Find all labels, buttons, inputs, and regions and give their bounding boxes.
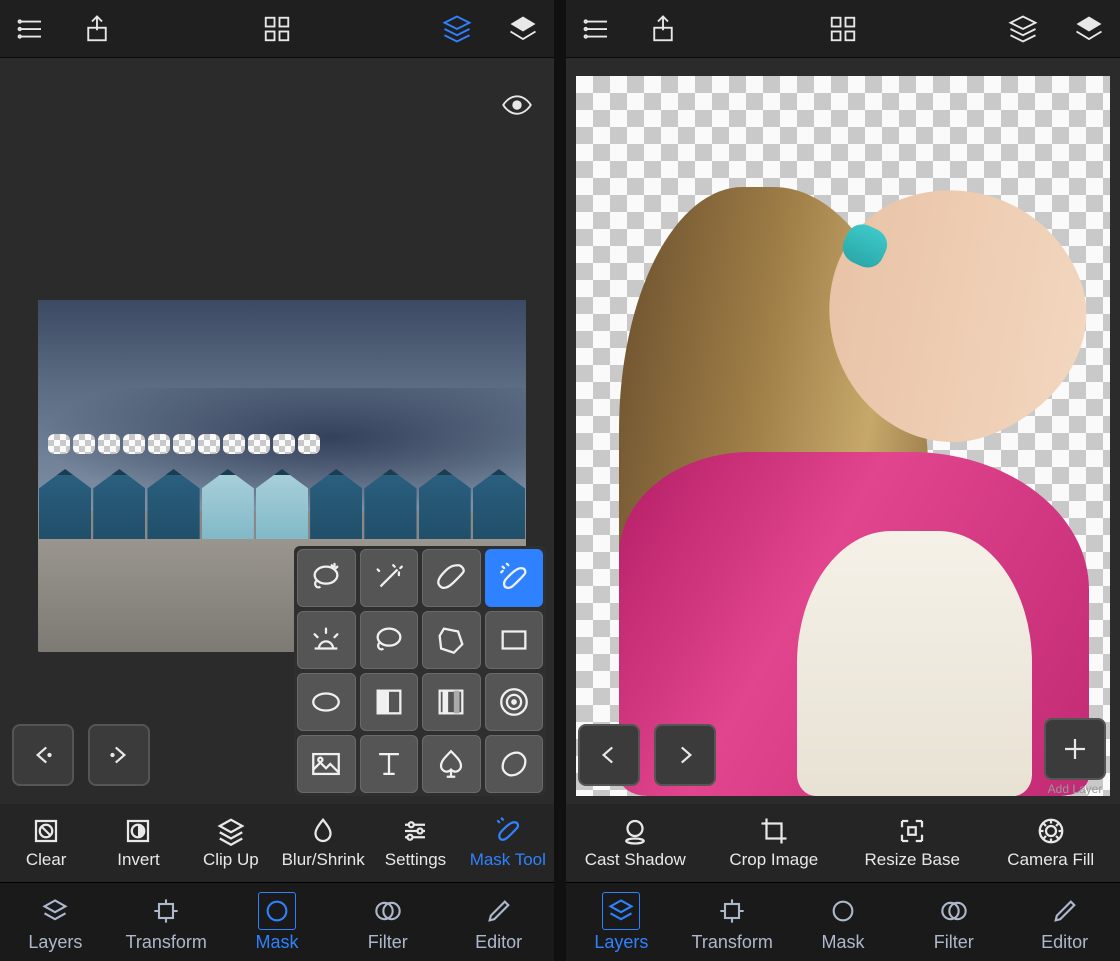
lasso-magic-tool-icon[interactable]	[297, 549, 356, 607]
redo-button[interactable]	[654, 724, 716, 786]
nav-editor-label: Editor	[1041, 932, 1088, 953]
canvas[interactable]	[0, 58, 554, 804]
nav-transform[interactable]: Transform	[677, 883, 788, 961]
nav-editor[interactable]: Editor	[1009, 883, 1120, 961]
nav-transform-label: Transform	[692, 932, 773, 953]
list-icon[interactable]	[14, 12, 48, 46]
nav-layers-label: Layers	[594, 932, 648, 953]
layers-icon[interactable]	[1072, 12, 1106, 46]
camera-fill-label: Camera Fill	[1007, 850, 1094, 870]
clip-up-label: Clip Up	[203, 850, 259, 870]
clip-up-button[interactable]: Clip Up	[185, 804, 277, 882]
stack-icon[interactable]	[1006, 12, 1040, 46]
layers-icon[interactable]	[506, 12, 540, 46]
share-icon[interactable]	[646, 12, 680, 46]
cutout-subject	[619, 134, 1089, 796]
invert-label: Invert	[117, 850, 160, 870]
mask-tool-label: Mask Tool	[470, 850, 546, 870]
nav-mask[interactable]: Mask	[222, 883, 333, 961]
magic-brush-tool-icon[interactable]	[485, 549, 544, 607]
top-toolbar	[566, 0, 1120, 58]
top-toolbar	[0, 0, 554, 58]
undo-redo-group	[12, 724, 150, 786]
crop-image-label: Crop Image	[729, 850, 818, 870]
app-left: Clear Invert Clip Up Blur/Shrink Setting…	[0, 0, 554, 961]
stack-icon[interactable]	[440, 12, 474, 46]
magic-wand-tool-icon[interactable]	[360, 549, 419, 607]
nav-filter-label: Filter	[934, 932, 974, 953]
nav-transform-label: Transform	[126, 932, 207, 953]
lasso-tool-icon[interactable]	[360, 611, 419, 669]
add-layer-button[interactable]: Add Layer	[1042, 718, 1108, 796]
resize-base-button[interactable]: Resize Base	[843, 804, 982, 882]
share-icon[interactable]	[80, 12, 114, 46]
nav-mask-label: Mask	[255, 932, 298, 953]
nav-layers-label: Layers	[28, 932, 82, 953]
bottom-nav: Layers Transform Mask Filter Editor	[0, 882, 554, 961]
settings-button[interactable]: Settings	[369, 804, 461, 882]
app-right: Add Layer Cast Shadow Crop Image Resize …	[566, 0, 1120, 961]
sunrise-tool-icon[interactable]	[297, 611, 356, 669]
nav-layers[interactable]: Layers	[0, 883, 111, 961]
nav-editor-label: Editor	[475, 932, 522, 953]
nav-mask[interactable]: Mask	[788, 883, 899, 961]
crop-image-button[interactable]: Crop Image	[705, 804, 844, 882]
undo-button[interactable]	[12, 724, 74, 786]
image-mask-tool-icon[interactable]	[297, 735, 356, 793]
base-layer[interactable]	[576, 76, 1110, 796]
redo-button[interactable]	[88, 724, 150, 786]
brush-tool-icon[interactable]	[422, 549, 481, 607]
swirl-tool-icon[interactable]	[485, 735, 544, 793]
nav-transform[interactable]: Transform	[111, 883, 222, 961]
grid-icon[interactable]	[826, 12, 860, 46]
undo-button[interactable]	[578, 724, 640, 786]
spade-tool-icon[interactable]	[422, 735, 481, 793]
nav-mask-label: Mask	[821, 932, 864, 953]
layers-actions-row: Cast Shadow Crop Image Resize Base Camer…	[566, 804, 1120, 882]
vertical-gradient-tool-icon[interactable]	[360, 673, 419, 731]
nav-filter[interactable]: Filter	[898, 883, 1009, 961]
nav-filter[interactable]: Filter	[332, 883, 443, 961]
cast-shadow-button[interactable]: Cast Shadow	[566, 804, 705, 882]
visibility-eye-icon[interactable]	[500, 88, 534, 122]
rectangle-tool-icon[interactable]	[485, 611, 544, 669]
polygon-tool-icon[interactable]	[422, 611, 481, 669]
canvas[interactable]: Add Layer	[566, 58, 1120, 804]
nav-filter-label: Filter	[368, 932, 408, 953]
text-mask-tool-icon[interactable]	[360, 735, 419, 793]
ellipse-tool-icon[interactable]	[297, 673, 356, 731]
cast-shadow-label: Cast Shadow	[585, 850, 686, 870]
clear-button[interactable]: Clear	[0, 804, 92, 882]
nav-editor[interactable]: Editor	[443, 883, 554, 961]
invert-button[interactable]: Invert	[92, 804, 184, 882]
resize-base-label: Resize Base	[865, 850, 960, 870]
undo-redo-group	[578, 724, 716, 786]
grid-icon[interactable]	[260, 12, 294, 46]
list-icon[interactable]	[580, 12, 614, 46]
camera-fill-button[interactable]: Camera Fill	[982, 804, 1120, 882]
add-layer-label: Add Layer	[1048, 782, 1103, 796]
nav-layers[interactable]: Layers	[566, 883, 677, 961]
blur-shrink-label: Blur/Shrink	[282, 850, 365, 870]
mask-actions-row: Clear Invert Clip Up Blur/Shrink Setting…	[0, 804, 554, 882]
blur-shrink-button[interactable]: Blur/Shrink	[277, 804, 369, 882]
bottom-nav: Layers Transform Mask Filter Editor	[566, 882, 1120, 961]
mask-tool-button[interactable]: Mask Tool	[462, 804, 554, 882]
mask-tool-palette	[294, 546, 546, 796]
settings-label: Settings	[385, 850, 446, 870]
clear-label: Clear	[26, 850, 67, 870]
horizontal-gradient-tool-icon[interactable]	[422, 673, 481, 731]
radial-gradient-tool-icon[interactable]	[485, 673, 544, 731]
